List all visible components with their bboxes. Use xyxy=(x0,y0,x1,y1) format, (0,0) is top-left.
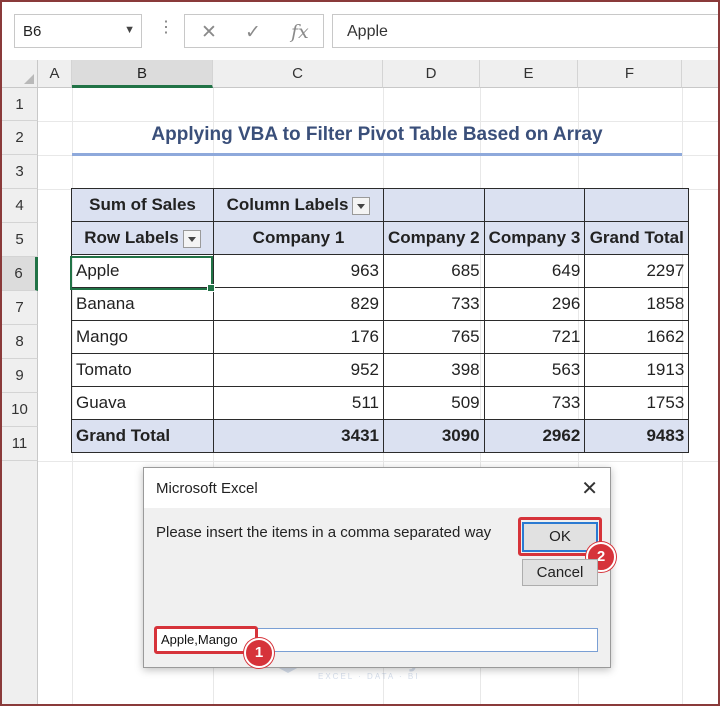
row-total-cell[interactable]: 1913 xyxy=(584,353,690,387)
column-header-b[interactable]: B xyxy=(72,60,213,88)
watermark-tagline: EXCEL · DATA · BI xyxy=(318,672,420,681)
pivot-subheader-row: Row Labels Company 1 Company 2 Company 3… xyxy=(71,221,690,255)
excel-window: B6 ▼ ⋮ ✕ ✓ fx Apple A B C D E F 1 2 3 4 … xyxy=(0,0,720,706)
column-header-c[interactable]: C xyxy=(213,60,383,88)
row-total-cell[interactable]: 1858 xyxy=(584,287,690,321)
column-header-overflow xyxy=(682,60,718,88)
grand-total-cell[interactable]: 2962 xyxy=(483,419,586,453)
name-box-value: B6 xyxy=(23,23,42,40)
dialog-title: Microsoft Excel xyxy=(156,480,258,497)
column-header-f[interactable]: F xyxy=(578,60,682,88)
row-header-1[interactable]: 1 xyxy=(2,88,38,121)
table-row: Tomato 952 398 563 1913 xyxy=(71,353,690,387)
row-header-8[interactable]: 8 xyxy=(2,325,38,359)
row-labels-text: Row Labels xyxy=(84,228,179,247)
row-header-7[interactable]: 7 xyxy=(2,291,38,325)
chevron-down-icon[interactable]: ▼ xyxy=(124,24,135,36)
cancel-icon[interactable]: ✕ xyxy=(201,21,217,44)
value-cell[interactable]: 733 xyxy=(383,287,485,321)
column-labels-header[interactable]: Column Labels xyxy=(213,188,384,222)
row-label-cell[interactable]: Banana xyxy=(71,287,214,321)
row-total-cell[interactable]: 1662 xyxy=(584,320,690,354)
row-header-3[interactable]: 3 xyxy=(2,155,38,189)
pivot-table[interactable]: Sum of Sales Column Labels Row Labels Co… xyxy=(71,188,690,453)
more-options-icon[interactable]: ⋮ xyxy=(158,17,174,37)
company-header[interactable]: Company 3 xyxy=(483,221,586,255)
grand-total-cell[interactable]: 3090 xyxy=(383,419,485,453)
value-cell[interactable]: 509 xyxy=(383,386,485,420)
column-header-e[interactable]: E xyxy=(480,60,578,88)
grand-total-header[interactable]: Grand Total xyxy=(584,221,690,255)
table-row: Banana 829 733 296 1858 xyxy=(71,287,690,321)
formula-input[interactable]: Apple xyxy=(332,14,718,48)
input-box-dialog: Microsoft Excel ✕ Please insert the item… xyxy=(143,467,616,668)
close-icon[interactable]: ✕ xyxy=(581,476,598,501)
row-header-9[interactable]: 9 xyxy=(2,359,38,393)
grand-total-label[interactable]: Grand Total xyxy=(71,419,214,453)
value-cell[interactable]: 563 xyxy=(483,353,586,387)
gridline xyxy=(38,461,718,462)
company-header[interactable]: Company 2 xyxy=(383,221,485,255)
row-header-5[interactable]: 5 xyxy=(2,223,38,257)
cancel-button[interactable]: Cancel xyxy=(522,559,598,586)
row-header-6[interactable]: 6 xyxy=(2,257,38,291)
value-cell[interactable]: 829 xyxy=(213,287,384,321)
insert-function-icon[interactable]: fx xyxy=(291,21,309,43)
formula-value: Apple xyxy=(347,23,388,40)
value-cell[interactable]: 765 xyxy=(383,320,485,354)
pivot-blank-header xyxy=(483,188,586,222)
column-header-d[interactable]: D xyxy=(383,60,480,88)
row-total-cell[interactable]: 1753 xyxy=(584,386,690,420)
row-header-empty xyxy=(2,461,38,704)
input-highlight-box xyxy=(154,626,258,654)
value-cell[interactable]: 398 xyxy=(383,353,485,387)
dialog-message: Please insert the items in a comma separ… xyxy=(156,524,492,541)
sum-of-sales-label[interactable]: Sum of Sales xyxy=(71,188,214,222)
value-cell[interactable]: 685 xyxy=(383,254,485,288)
grand-total-row: Grand Total 3431 3090 2962 9483 xyxy=(71,419,690,453)
sheet-title: Applying VBA to Filter Pivot Table Based… xyxy=(151,124,603,145)
value-cell[interactable]: 952 xyxy=(213,353,384,387)
filter-dropdown-icon[interactable] xyxy=(182,229,201,248)
row-label-cell[interactable]: Mango xyxy=(71,320,214,354)
value-cell[interactable]: 511 xyxy=(213,386,384,420)
value-cell[interactable]: 721 xyxy=(483,320,586,354)
value-cell[interactable]: 963 xyxy=(213,254,384,288)
column-labels-text: Column Labels xyxy=(226,195,349,214)
callout-badge-1: 1 xyxy=(244,638,274,668)
select-all-button[interactable] xyxy=(2,60,38,88)
pivot-blank-header xyxy=(584,188,690,222)
table-row: Guava 511 509 733 1753 xyxy=(71,386,690,420)
value-cell[interactable]: 296 xyxy=(483,287,586,321)
value-cell[interactable]: 649 xyxy=(483,254,586,288)
value-cell[interactable]: 176 xyxy=(213,320,384,354)
pivot-blank-header xyxy=(383,188,485,222)
enter-icon[interactable]: ✓ xyxy=(245,21,261,44)
company-header[interactable]: Company 1 xyxy=(213,221,384,255)
pivot-header-row: Sum of Sales Column Labels xyxy=(71,188,690,222)
row-header-10[interactable]: 10 xyxy=(2,393,38,427)
formula-buttons: ✕ ✓ fx xyxy=(184,14,324,48)
row-label-cell[interactable]: Tomato xyxy=(71,353,214,387)
table-row: Mango 176 765 721 1662 xyxy=(71,320,690,354)
row-label-cell[interactable]: Apple xyxy=(71,254,214,288)
row-labels-header[interactable]: Row Labels xyxy=(71,221,214,255)
row-header-2[interactable]: 2 xyxy=(2,121,38,155)
formula-bar: B6 ▼ ⋮ ✕ ✓ fx Apple xyxy=(2,2,718,61)
column-header-a[interactable]: A xyxy=(38,60,72,88)
gridline xyxy=(38,121,718,122)
table-row: Apple 963 685 649 2297 xyxy=(71,254,690,288)
grand-total-cell[interactable]: 9483 xyxy=(584,419,690,453)
title-underline xyxy=(72,153,682,156)
name-box[interactable]: B6 ▼ xyxy=(14,14,142,48)
row-header-4[interactable]: 4 xyxy=(2,189,38,223)
value-cell[interactable]: 733 xyxy=(483,386,586,420)
grand-total-cell[interactable]: 3431 xyxy=(213,419,384,453)
filter-dropdown-icon[interactable] xyxy=(352,196,371,215)
row-header-11[interactable]: 11 xyxy=(2,427,38,461)
dialog-title-bar: Microsoft Excel ✕ xyxy=(144,468,610,508)
row-label-cell[interactable]: Guava xyxy=(71,386,214,420)
row-total-cell[interactable]: 2297 xyxy=(584,254,690,288)
